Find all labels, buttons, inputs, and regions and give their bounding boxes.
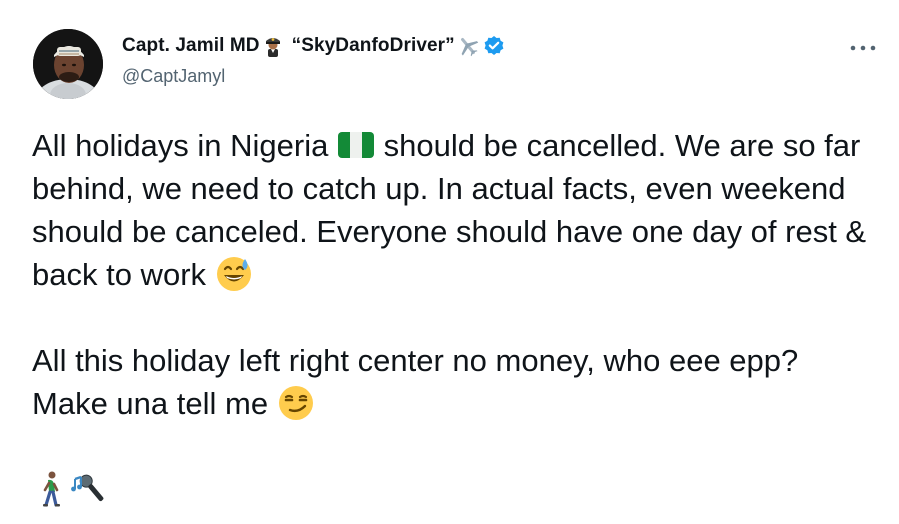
microphone-music-icon [70,470,108,508]
more-options-icon [850,45,876,51]
airplane-icon [457,35,479,57]
person-walking-icon [32,470,70,508]
tweet: Capt. Jamil MD “SkyDanfoDriver” @CaptJam… [0,0,899,524]
tweet-paragraph: All holidays in Nigeria should be cancel… [32,124,882,296]
text-segment: All this holiday left right center no mo… [32,343,799,421]
pilot-icon [262,35,284,57]
tweet-paragraph: All this holiday left right center no mo… [32,339,882,425]
avatar-image [33,29,103,99]
tweet-text: All holidays in Nigeria should be cancel… [32,124,882,511]
tweet-paragraph [32,468,882,511]
more-options-button[interactable] [846,38,880,58]
grinning-sweat-face-icon [215,255,253,293]
display-name[interactable]: Capt. Jamil MD [122,35,260,57]
user-handle[interactable]: @CaptJamyl [122,66,225,87]
verified-badge-icon [483,35,505,57]
nigeria-flag-icon [337,126,375,164]
text-segment: All holidays in Nigeria [32,128,337,163]
avatar[interactable] [33,29,103,99]
display-nickname: “SkyDanfoDriver” [291,35,455,56]
author-line[interactable]: Capt. Jamil MD “SkyDanfoDriver” [122,34,507,58]
smirking-face-icon [277,384,315,422]
